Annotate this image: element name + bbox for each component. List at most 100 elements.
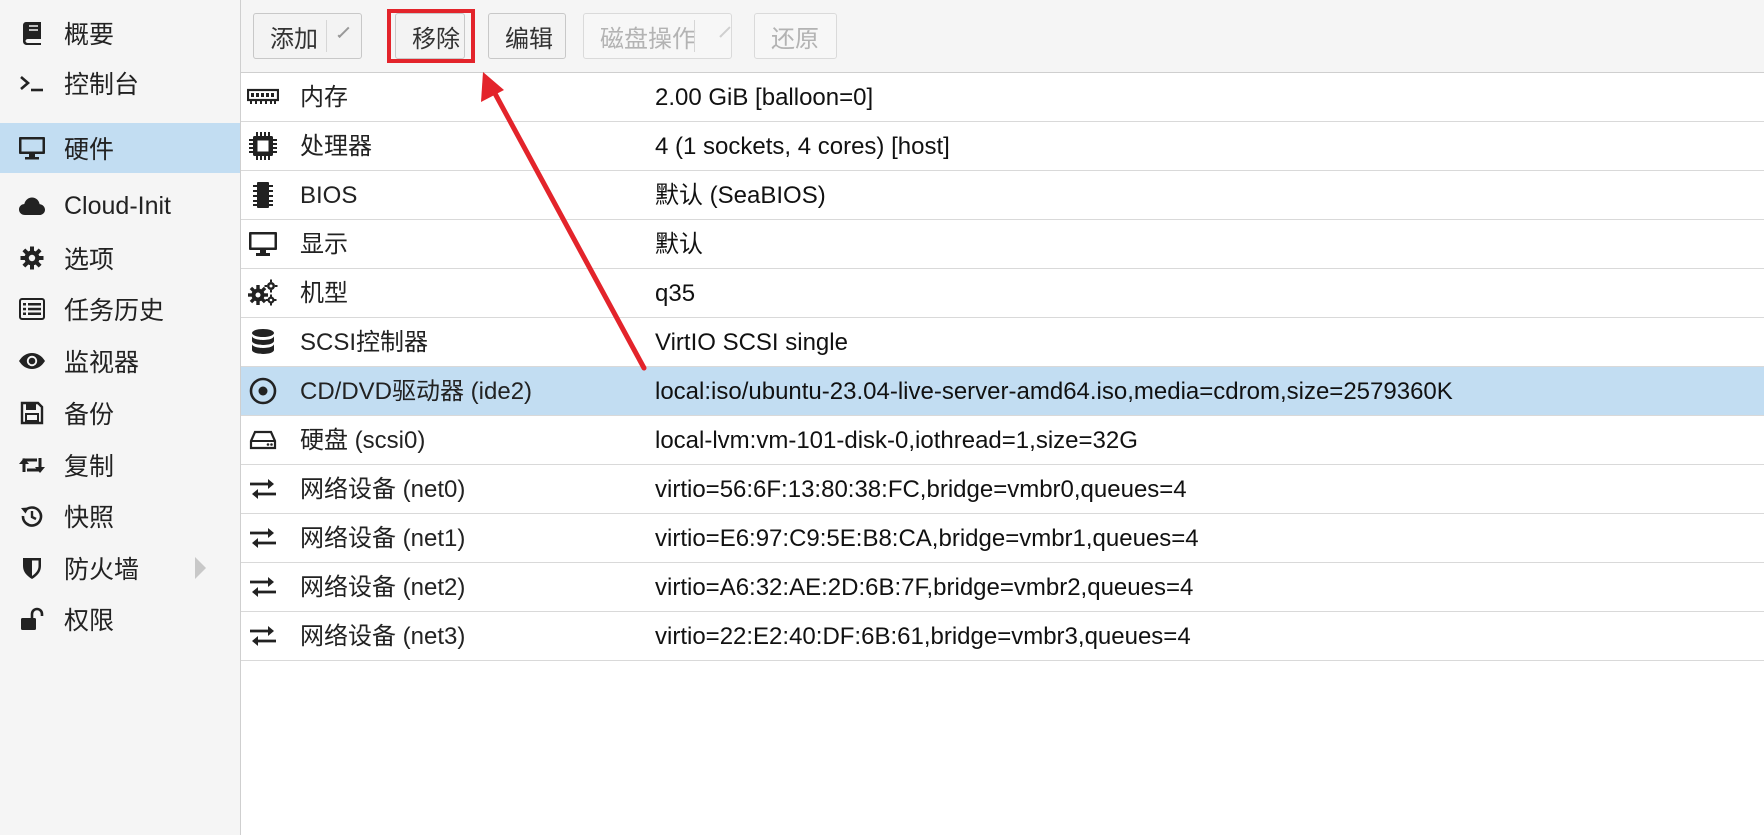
hardware-name: 显示: [300, 231, 348, 258]
unlock-icon: [18, 605, 46, 633]
sidebar-item-task-history[interactable]: 任务历史: [0, 284, 240, 334]
expand-arrow-icon[interactable]: [195, 557, 206, 579]
sidebar-item-summary[interactable]: 概要: [0, 8, 240, 58]
hardware-row-net3[interactable]: 网络设备 (net3) virtio=22:E2:40:DF:6B:61,bri…: [241, 612, 1764, 661]
hardware-value: 默认: [655, 231, 703, 258]
add-button-label: 添加: [270, 25, 318, 53]
hardware-value: q35: [655, 280, 696, 307]
cpu-icon: [247, 132, 279, 160]
hardware-value: 2.00 GiB [balloon=0]: [655, 84, 874, 111]
sidebar-item-firewall[interactable]: 防火墙: [0, 543, 240, 593]
add-button[interactable]: 添加: [253, 13, 362, 59]
sidebar-item-replication[interactable]: 复制: [0, 440, 240, 490]
history-icon: [18, 502, 46, 530]
chevron-down-icon[interactable]: [337, 25, 350, 39]
cloud-icon: [18, 192, 46, 220]
database-icon: [247, 328, 279, 356]
hardware-value: local-lvm:vm-101-disk-0,iothread=1,size=…: [655, 427, 1138, 454]
hardware-row-cdrom[interactable]: CD/DVD驱动器 (ide2) local:iso/ubuntu-23.04-…: [241, 367, 1764, 416]
sidebar-item-label: Cloud-Init: [64, 191, 171, 220]
desktop-icon: [247, 230, 279, 258]
chevron-down-icon[interactable]: [719, 26, 731, 38]
hardware-name: 网络设备 (net0): [300, 476, 466, 503]
hardware-row-net0[interactable]: 网络设备 (net0) virtio=56:6F:13:80:38:FC,bri…: [241, 465, 1764, 514]
hardware-row-net1[interactable]: 网络设备 (net1) virtio=E6:97:C9:5E:B8:CA,bri…: [241, 514, 1764, 563]
exchange-icon: [247, 524, 279, 552]
hardware-value: 默认 (SeaBIOS): [655, 182, 826, 209]
hardware-row-net2[interactable]: 网络设备 (net2) virtio=A6:32:AE:2D:6B:7F,bri…: [241, 563, 1764, 612]
edit-button-label: 编辑: [505, 25, 553, 53]
app-window: 概要 控制台 硬件 Cloud-Init 选项 任务历史 监视器 备份 复制 快…: [0, 0, 1764, 835]
microchip-icon: [247, 181, 279, 209]
sidebar-item-label: 选项: [64, 246, 115, 274]
gear-icon: [18, 244, 46, 272]
hardware-value: virtio=A6:32:AE:2D:6B:7F,bridge=vmbr2,qu…: [655, 574, 1194, 601]
sidebar: 概要 控制台 硬件 Cloud-Init 选项 任务历史 监视器 备份 复制 快…: [0, 0, 241, 835]
remove-button[interactable]: 移除: [395, 13, 465, 59]
exchange-icon: [247, 573, 279, 601]
exchange-icon: [247, 475, 279, 503]
eye-icon: [18, 347, 46, 375]
monitor-icon: [18, 134, 46, 162]
hardware-row-scsi-controller[interactable]: SCSI控制器 VirtIO SCSI single: [241, 318, 1764, 367]
sidebar-item-monitor[interactable]: 监视器: [0, 336, 240, 386]
sidebar-item-label: 快照: [64, 504, 115, 532]
retweet-icon: [18, 451, 46, 479]
hdd-icon: [247, 426, 279, 454]
split-divider: [326, 20, 327, 52]
split-divider: [694, 20, 695, 52]
hardware-row-display[interactable]: 显示 默认: [241, 220, 1764, 269]
sidebar-item-label: 权限: [64, 607, 115, 635]
sidebar-item-label: 概要: [64, 21, 115, 49]
hardware-name: SCSI控制器: [300, 329, 429, 356]
shield-icon: [18, 554, 46, 582]
sidebar-item-console[interactable]: 控制台: [0, 58, 240, 108]
disk-action-button-label: 磁盘操作: [600, 25, 696, 53]
revert-button[interactable]: 还原: [754, 13, 837, 59]
hardware-name: 内存: [300, 84, 348, 111]
hardware-value: local:iso/ubuntu-23.04-live-server-amd64…: [655, 378, 1453, 405]
edit-button[interactable]: 编辑: [488, 13, 566, 59]
revert-button-label: 还原: [771, 25, 819, 53]
sidebar-item-hardware[interactable]: 硬件: [0, 123, 240, 173]
hardware-name: 网络设备 (net3): [300, 623, 466, 650]
floppy-icon: [18, 399, 46, 427]
terminal-icon: [18, 69, 46, 97]
cogs-icon: [247, 279, 279, 307]
book-icon: [18, 19, 46, 47]
sidebar-item-backup[interactable]: 备份: [0, 388, 240, 438]
hardware-row-processor[interactable]: 处理器 4 (1 sockets, 4 cores) [host]: [241, 122, 1764, 171]
sidebar-item-label: 复制: [64, 453, 115, 481]
hardware-value: virtio=22:E2:40:DF:6B:61,bridge=vmbr3,qu…: [655, 623, 1191, 650]
sidebar-item-snapshots[interactable]: 快照: [0, 491, 240, 541]
hardware-name: BIOS: [300, 182, 358, 209]
hardware-name: 机型: [300, 280, 348, 307]
hardware-row-bios[interactable]: BIOS 默认 (SeaBIOS): [241, 171, 1764, 220]
sidebar-item-options[interactable]: 选项: [0, 233, 240, 283]
cdrom-icon: [247, 377, 279, 405]
hardware-value: VirtIO SCSI single: [655, 329, 848, 356]
hardware-name: 网络设备 (net2): [300, 574, 466, 601]
hardware-row-hard-disk[interactable]: 硬盘 (scsi0) local-lvm:vm-101-disk-0,iothr…: [241, 416, 1764, 465]
sidebar-item-permissions[interactable]: 权限: [0, 594, 240, 644]
hardware-name: 处理器: [300, 133, 372, 160]
toolbar: 添加 移除 编辑 磁盘操作 还原: [241, 0, 1764, 73]
sidebar-item-cloud-init[interactable]: Cloud-Init: [0, 181, 240, 231]
memory-icon: [247, 83, 279, 111]
hardware-name: 硬盘 (scsi0): [300, 427, 426, 454]
hardware-grid: 内存 2.00 GiB [balloon=0] 处理器 4 (1 sockets…: [241, 73, 1764, 661]
sidebar-item-label: 备份: [64, 401, 115, 429]
sidebar-item-label: 防火墙: [64, 556, 140, 584]
hardware-value: virtio=E6:97:C9:5E:B8:CA,bridge=vmbr1,qu…: [655, 525, 1199, 552]
disk-action-button[interactable]: 磁盘操作: [583, 13, 732, 59]
remove-button-label: 移除: [412, 25, 460, 53]
sidebar-item-label: 监视器: [64, 349, 140, 377]
hardware-name: CD/DVD驱动器 (ide2): [300, 378, 533, 405]
list-icon: [18, 295, 46, 323]
hardware-row-memory[interactable]: 内存 2.00 GiB [balloon=0]: [241, 73, 1764, 122]
hardware-row-machine[interactable]: 机型 q35: [241, 269, 1764, 318]
hardware-name: 网络设备 (net1): [300, 525, 466, 552]
exchange-icon: [247, 622, 279, 650]
sidebar-item-label: 硬件: [64, 136, 115, 164]
hardware-value: 4 (1 sockets, 4 cores) [host]: [655, 133, 950, 160]
